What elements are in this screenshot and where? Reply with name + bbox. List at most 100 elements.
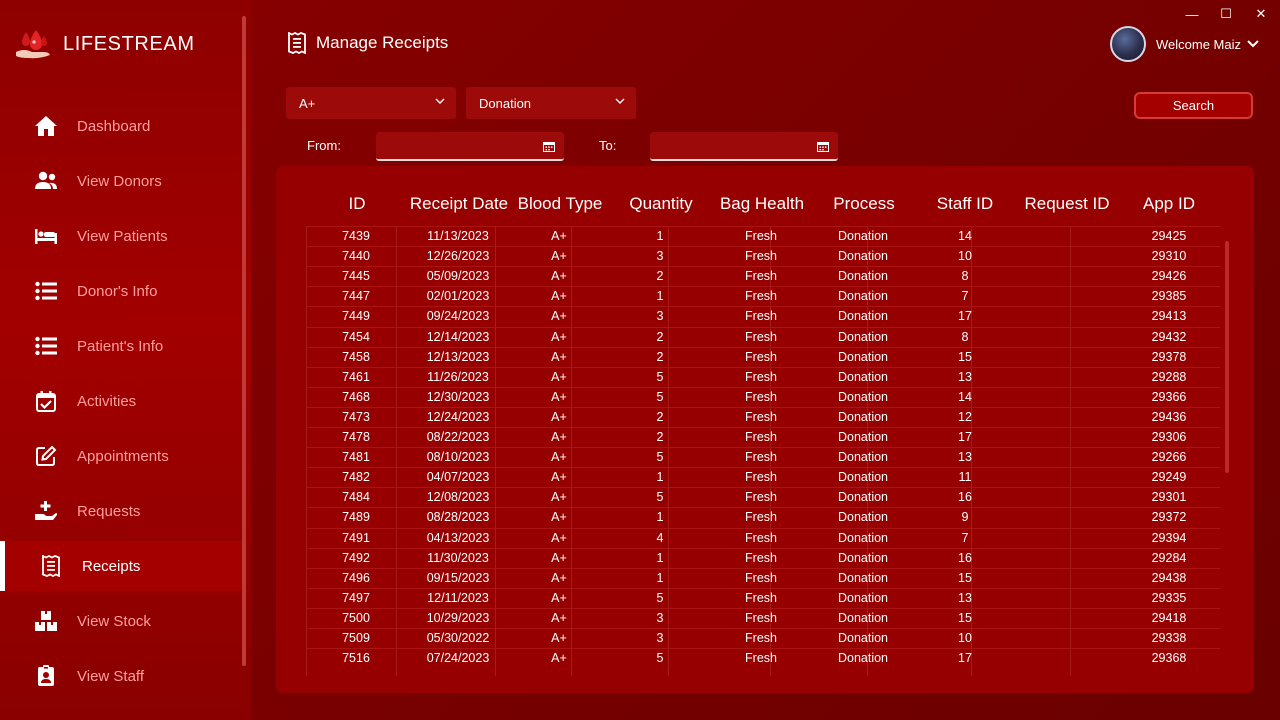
table-cell: 12/26/2023 <box>426 249 490 264</box>
from-date-field[interactable] <box>376 132 564 161</box>
table-row[interactable]: 7481 08/10/2023 A+ 5 Fresh Donation 13 29266 <box>306 447 1220 467</box>
table-row[interactable]: 7473 12/24/2023 A+ 2 Fresh Donation 12 29436 <box>306 406 1220 427</box>
table-cell: 29426 <box>1151 269 1187 284</box>
table-cell: A+ <box>551 269 567 284</box>
table-cell: Fresh <box>745 530 777 545</box>
table-cell: A+ <box>551 309 567 324</box>
minimize-button[interactable]: — <box>1183 6 1201 22</box>
table-cell: Donation <box>837 550 889 565</box>
blood-type-dropdown[interactable]: A+ <box>286 87 456 119</box>
table-cell: 10/29/2023 <box>426 610 490 625</box>
table-cell: Donation <box>837 651 889 666</box>
to-date-field[interactable] <box>650 132 838 161</box>
table-cell: Donation <box>837 289 889 304</box>
sidebar-scrollbar[interactable] <box>242 16 246 666</box>
search-button[interactable]: Search <box>1134 92 1253 119</box>
table-cell: Fresh <box>745 409 777 424</box>
table-cell: 1 <box>656 289 664 304</box>
table-cell: 7461 <box>342 369 370 384</box>
table-row[interactable]: 7496 09/15/2023 A+ 1 Fresh Donation 15 29438 <box>306 567 1220 588</box>
table-cell: A+ <box>551 249 567 264</box>
table-cell: 11/30/2023 <box>427 550 489 565</box>
sidebar-item-patients-info[interactable]: Patient's Info <box>0 321 242 371</box>
table-cell: 5 <box>656 651 664 666</box>
table-row[interactable]: 7468 12/30/2023 A+ 5 Fresh Donation 14 29366 <box>306 386 1220 407</box>
table-cell: 7491 <box>342 530 370 545</box>
table-row[interactable]: 7454 12/14/2023 A+ 2 Fresh Donation 8 29432 <box>306 326 1220 347</box>
sidebar-item-requests[interactable]: Requests <box>0 486 242 536</box>
table-cell: 9 <box>961 510 969 525</box>
table-row[interactable]: 7491 04/13/2023 A+ 4 Fresh Donation 7 29394 <box>306 527 1220 548</box>
table-cell: 29425 <box>1151 229 1187 243</box>
table-cell: 29335 <box>1151 590 1187 605</box>
table-cell: 8 <box>961 269 969 284</box>
table-cell: 29438 <box>1151 570 1187 585</box>
table-row[interactable]: 7458 12/13/2023 A+ 2 Fresh Donation 15 29378 <box>306 346 1220 367</box>
table-row[interactable]: 7478 08/22/2023 A+ 2 Fresh Donation 17 29306 <box>306 427 1220 447</box>
column-header[interactable]: App ID <box>1109 194 1229 214</box>
table-cell: 7468 <box>342 389 370 404</box>
table-row[interactable]: 7516 07/24/2023 A+ 5 Fresh Donation 17 29368 <box>306 648 1220 668</box>
table-cell: 09/15/2023 <box>426 570 490 585</box>
edit-icon <box>34 444 58 468</box>
table-cell: A+ <box>551 430 567 444</box>
table-row[interactable]: 7484 12/08/2023 A+ 5 Fresh Donation 16 29301 <box>306 487 1220 507</box>
table-cell: 02/01/2023 <box>426 289 490 304</box>
sidebar-item-label: Activities <box>77 392 137 410</box>
table-cell: 29385 <box>1151 289 1187 304</box>
calendar-icon[interactable] <box>543 141 555 152</box>
table-cell: 3 <box>656 249 664 264</box>
avatar[interactable] <box>1110 26 1146 62</box>
table-cell: 05/09/2023 <box>426 269 490 284</box>
table-cell: 7497 <box>342 590 370 605</box>
table-cell: 12/08/2023 <box>426 490 490 505</box>
maximize-button[interactable]: ☐ <box>1217 6 1235 22</box>
calendar-icon[interactable] <box>817 141 829 152</box>
sidebar-item-receipts[interactable]: Receipts <box>0 541 242 591</box>
table-row[interactable]: 7509 05/30/2022 A+ 3 Fresh Donation 10 29338 <box>306 628 1220 648</box>
table-cell: A+ <box>551 651 567 666</box>
table-row[interactable]: 7447 02/01/2023 A+ 1 Fresh Donation 7 29385 <box>306 286 1220 306</box>
table-row[interactable]: 7492 11/30/2023 A+ 1 Fresh Donation 16 29284 <box>306 547 1220 568</box>
table-cell: Fresh <box>745 651 777 666</box>
table-row[interactable]: 7449 09/24/2023 A+ 3 Fresh Donation 17 29413 <box>306 306 1220 326</box>
sidebar-item-dashboard[interactable]: Dashboard <box>0 101 242 151</box>
table-cell: Fresh <box>745 249 777 264</box>
table-cell: 29284 <box>1151 550 1187 565</box>
process-dropdown[interactable]: Donation <box>466 87 636 119</box>
table-row[interactable]: 7497 12/11/2023 A+ 5 Fresh Donation 13 29335 <box>306 587 1220 608</box>
table-scrollbar[interactable] <box>1225 241 1229 473</box>
table-cell: A+ <box>551 550 567 565</box>
sidebar-item-view-staff[interactable]: View Staff <box>0 651 242 701</box>
table-row[interactable]: 7440 12/26/2023 A+ 3 Fresh Donation 10 29310 <box>306 246 1220 266</box>
table-cell: 29432 <box>1151 329 1187 344</box>
table-cell: 15 <box>958 610 972 625</box>
table-cell: 29266 <box>1151 450 1187 465</box>
table-cell: Donation <box>837 490 889 505</box>
user-menu[interactable]: Welcome Maiz <box>1110 26 1259 62</box>
main-content: Manage Receipts — ☐ ✕ Welcome Maiz A+ Do… <box>251 0 1280 720</box>
sidebar-item-label: Requests <box>77 502 141 520</box>
table-cell: Fresh <box>745 470 777 485</box>
table-row[interactable]: 7482 04/07/2023 A+ 1 Fresh Donation 11 29249 <box>306 467 1220 487</box>
sidebar-item-donors-info[interactable]: Donor's Info <box>0 266 242 316</box>
sidebar-item-activities[interactable]: Activities <box>0 376 242 426</box>
table-cell: 29394 <box>1151 530 1187 545</box>
table-cell: A+ <box>551 490 567 505</box>
table-row[interactable]: 7461 11/26/2023 A+ 5 Fresh Donation 13 29288 <box>306 366 1220 387</box>
table-row[interactable]: 7489 08/28/2023 A+ 1 Fresh Donation 9 29372 <box>306 507 1220 527</box>
table-cell: 7489 <box>342 510 370 525</box>
table-row[interactable]: 7439 11/13/2023 A+ 1 Fresh Donation 14 29425 <box>306 226 1220 246</box>
table-cell: 04/13/2023 <box>426 530 490 545</box>
close-button[interactable]: ✕ <box>1252 6 1270 22</box>
table-cell: Donation <box>837 631 889 645</box>
sidebar-item-view-donors[interactable]: View Donors <box>0 156 242 206</box>
sidebar-item-view-patients[interactable]: View Patients <box>0 211 242 261</box>
sidebar-item-appointments[interactable]: Appointments <box>0 431 242 481</box>
sidebar-item-view-stock[interactable]: View Stock <box>0 596 242 646</box>
table-row[interactable]: 7500 10/29/2023 A+ 3 Fresh Donation 15 29418 <box>306 607 1220 628</box>
chevron-down-icon[interactable] <box>1247 40 1259 48</box>
table-body[interactable]: 7439 11/13/2023 A+ 1 Fresh Donation 14 29425 744… <box>306 226 1220 676</box>
blood-drop-hand-logo <box>16 30 50 59</box>
table-row[interactable]: 7445 05/09/2023 A+ 2 Fresh Donation 8 29426 <box>306 266 1220 286</box>
